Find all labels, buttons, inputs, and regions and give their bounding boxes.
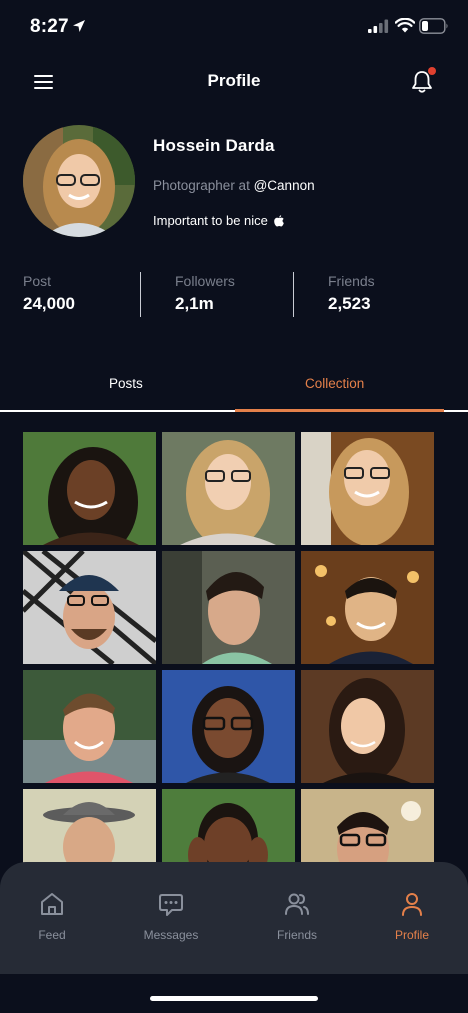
notifications-button[interactable]	[404, 64, 440, 100]
photo-tile[interactable]	[301, 551, 434, 664]
user-icon	[402, 893, 422, 916]
photo-tile[interactable]	[23, 789, 156, 872]
stat-friends[interactable]: Friends 2,523	[328, 273, 375, 314]
photo-grid	[23, 432, 435, 872]
nav-label: Friends	[276, 928, 317, 942]
stat-label: Friends	[328, 273, 375, 289]
stat-value: 24,000	[23, 294, 75, 313]
photo-tile[interactable]	[23, 670, 156, 783]
photo-tile[interactable]	[23, 551, 156, 664]
notification-dot	[428, 67, 436, 75]
nav-label: Feed	[38, 928, 66, 942]
photo-tile[interactable]	[162, 432, 295, 545]
bottom-nav: Feed Messages Friends Profile	[0, 862, 468, 974]
stat-posts[interactable]: Post 24,000	[23, 273, 75, 314]
battery-icon	[419, 18, 448, 34]
nav-item-profile[interactable]: Profile	[372, 890, 452, 942]
stat-label: Followers	[175, 273, 235, 289]
nav-item-friends[interactable]: Friends	[257, 890, 337, 942]
tab-collection[interactable]: Collection	[305, 376, 364, 391]
home-indicator	[150, 996, 318, 1001]
stat-divider	[293, 272, 294, 317]
profile-handle-link[interactable]: @Cannon	[254, 178, 315, 193]
photo-tile[interactable]	[162, 789, 295, 872]
message-icon	[159, 894, 183, 916]
profile-tabs: Posts Collection	[0, 360, 468, 414]
photo-tile[interactable]	[162, 670, 295, 783]
nav-label: Profile	[394, 928, 429, 942]
stat-value: 2,523	[328, 294, 371, 313]
profile-bio: Important to be nice	[153, 213, 284, 228]
photo-tile[interactable]	[23, 432, 156, 545]
active-tab-indicator	[235, 409, 444, 412]
users-icon	[285, 893, 309, 915]
nav-item-feed[interactable]: Feed	[12, 890, 92, 942]
home-icon	[41, 893, 63, 915]
photo-tile[interactable]	[301, 670, 434, 783]
status-bar: 8:27	[0, 0, 468, 56]
apple-icon	[274, 214, 284, 226]
avatar[interactable]	[23, 125, 135, 237]
status-time: 8:27	[30, 16, 69, 37]
wifi-icon	[395, 18, 415, 33]
stat-value: 2,1m	[175, 294, 214, 313]
signal-icon	[368, 19, 389, 33]
page-title: Profile	[207, 71, 261, 90]
app-header: Profile	[0, 56, 468, 108]
occupation-text: Photographer at	[153, 178, 250, 193]
stat-label: Post	[23, 273, 52, 289]
tab-posts[interactable]: Posts	[109, 376, 143, 391]
stat-divider	[140, 272, 141, 317]
photo-tile[interactable]	[301, 432, 434, 545]
profile-name: Hossein Darda	[153, 136, 275, 155]
photo-tile[interactable]	[162, 551, 295, 664]
location-arrow-icon	[73, 20, 85, 32]
nav-label: Messages	[143, 928, 199, 942]
photo-tile[interactable]	[301, 789, 434, 872]
nav-item-messages[interactable]: Messages	[131, 890, 211, 942]
profile-occupation: Photographer at @Cannon	[153, 178, 315, 193]
stat-followers[interactable]: Followers 2,1m	[175, 273, 235, 314]
bio-text: Important to be nice	[153, 213, 268, 228]
